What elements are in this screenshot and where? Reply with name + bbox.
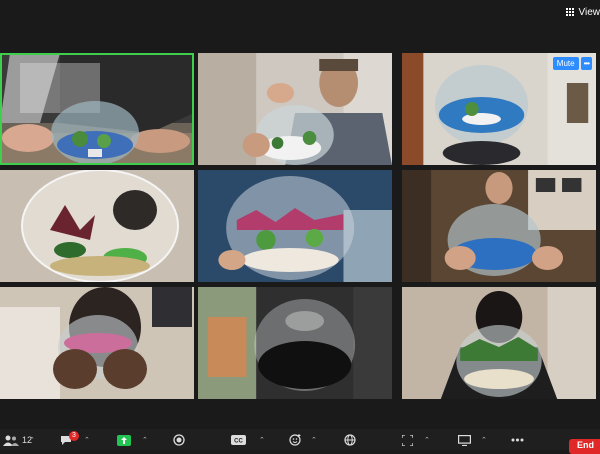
view-label: View: [579, 7, 600, 18]
video-tile-2[interactable]: [198, 53, 392, 165]
whiteboard-button[interactable]: [458, 433, 471, 447]
participant-video: [0, 287, 194, 399]
video-tile-1[interactable]: [0, 53, 194, 165]
closed-caption-icon: CC: [231, 435, 246, 445]
record-icon: [173, 434, 185, 446]
more-dots-icon: [511, 438, 524, 442]
expand-icon: [402, 435, 413, 446]
participants-icon: [3, 435, 19, 446]
more-button[interactable]: [511, 433, 524, 447]
tile-hover-controls: Mute •••: [553, 57, 592, 70]
svg-text:CC: CC: [234, 439, 243, 445]
grid-view-icon: [566, 8, 575, 17]
meeting-toolbar: 12 ⌃ 3 ⌃ ⌃ CC ⌃ ⌃ ⌃ ⌃: [0, 429, 600, 450]
end-meeting-button[interactable]: End: [569, 439, 600, 454]
video-tile-6[interactable]: [402, 170, 596, 282]
record-button[interactable]: [173, 433, 185, 447]
share-screen-icon: [117, 435, 131, 446]
share-screen-button[interactable]: [117, 433, 131, 447]
mute-participant-button[interactable]: Mute: [553, 57, 579, 70]
video-tile-9[interactable]: [402, 287, 596, 399]
video-tile-5[interactable]: [198, 170, 392, 282]
participants-button[interactable]: 12: [3, 433, 32, 447]
reactions-caret-icon[interactable]: ⌃: [311, 436, 317, 444]
reactions-button[interactable]: [289, 433, 302, 447]
more-options-button[interactable]: •••: [581, 57, 592, 70]
participant-video: [402, 170, 596, 282]
participant-video: [198, 287, 392, 399]
whiteboard-caret-icon[interactable]: ⌃: [481, 436, 487, 444]
video-tile-3[interactable]: Mute •••: [402, 53, 596, 165]
video-tile-4[interactable]: [0, 170, 194, 282]
participant-video: [0, 170, 194, 282]
participant-video: [198, 53, 392, 165]
view-button[interactable]: View: [566, 5, 600, 19]
globe-icon: [344, 434, 356, 446]
fullscreen-caret-icon[interactable]: ⌃: [424, 436, 430, 444]
closed-caption-button[interactable]: CC: [231, 433, 246, 447]
cc-caret-icon[interactable]: ⌃: [259, 436, 265, 444]
participant-video: [198, 170, 392, 282]
apps-button[interactable]: [344, 433, 356, 447]
chat-unread-badge: 3: [69, 431, 79, 441]
chat-caret-icon[interactable]: ⌃: [84, 436, 90, 444]
participant-video: [0, 53, 194, 165]
fullscreen-button[interactable]: [402, 433, 413, 447]
participants-caret-icon[interactable]: ⌃: [29, 436, 35, 444]
share-caret-icon[interactable]: ⌃: [142, 436, 148, 444]
top-bar: View: [0, 0, 600, 50]
video-tile-8[interactable]: [198, 287, 392, 399]
reactions-icon: [289, 434, 302, 446]
monitor-icon: [458, 435, 471, 446]
video-tile-7[interactable]: [0, 287, 194, 399]
participant-video: [402, 287, 596, 399]
